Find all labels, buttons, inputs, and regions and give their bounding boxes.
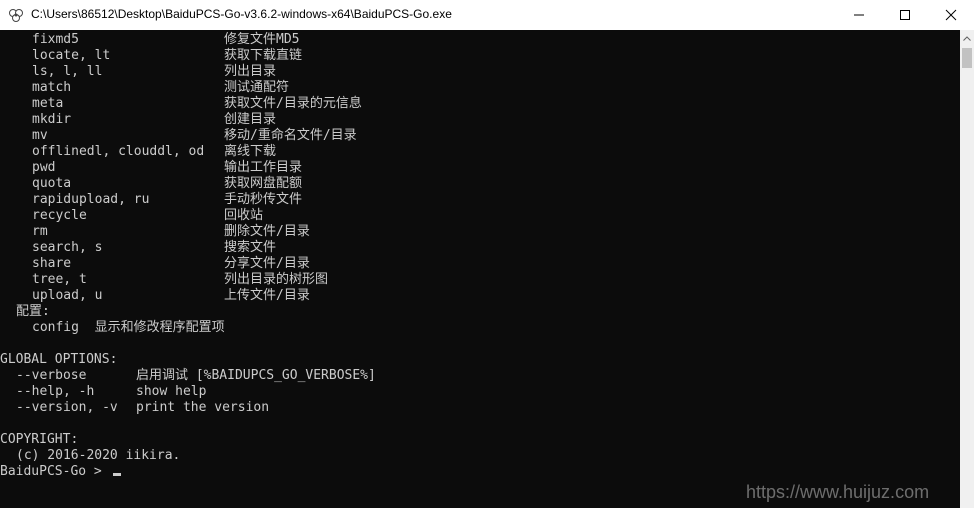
command-name: mkdir: [32, 112, 72, 127]
command-name: quota: [32, 176, 72, 191]
command-name: upload, u: [32, 288, 103, 303]
command-name: offlinedl, clouddl, od: [32, 144, 205, 159]
config-header: 配置:: [16, 304, 50, 319]
minimize-icon: [854, 14, 864, 16]
command-desc: 修复文件MD5: [224, 32, 300, 47]
command-desc: 列出目录的树形图: [224, 272, 329, 287]
command-name: rm: [32, 224, 48, 239]
option-desc: 启用调试 [%BAIDUPCS_GO_VERBOSE%]: [136, 368, 376, 383]
scroll-thumb[interactable]: [962, 48, 972, 68]
copyright-header: COPYRIGHT:: [0, 432, 79, 447]
close-icon: [945, 9, 957, 21]
command-desc: 列出目录: [224, 64, 277, 79]
command-name: tree, t: [32, 272, 87, 287]
text-cursor: [113, 473, 121, 476]
option-flag: --verbose: [16, 368, 87, 383]
command-desc: 获取网盘配额: [224, 176, 303, 191]
command-desc: 获取文件/目录的元信息: [224, 96, 362, 111]
maximize-icon: [900, 10, 910, 20]
global-options-header: GLOBAL OPTIONS:: [0, 352, 118, 367]
command-name: recycle: [32, 208, 87, 223]
command-name: share: [32, 256, 72, 271]
command-desc: 创建目录: [224, 112, 277, 127]
command-desc: 回收站: [224, 208, 264, 223]
copyright-line: (c) 2016-2020 iikira.: [16, 448, 181, 463]
option-desc: print the version: [136, 400, 270, 415]
command-desc: 手动秒传文件: [224, 192, 303, 207]
command-name: pwd: [32, 160, 56, 175]
option-flag: --version, -v: [16, 400, 118, 415]
command-desc: 上传文件/目录: [224, 288, 310, 303]
vertical-scrollbar[interactable]: [960, 30, 974, 508]
command-name: match: [32, 80, 72, 95]
command-prompt[interactable]: BaiduPCS-Go >: [0, 464, 110, 480]
option-flag: --help, -h: [16, 384, 95, 399]
watermark: https://www.huijuz.com: [746, 482, 930, 502]
command-name: search, s: [32, 240, 103, 255]
close-button[interactable]: [928, 0, 974, 30]
config-line: config 显示和修改程序配置项: [32, 320, 225, 335]
command-name: ls, l, ll: [32, 64, 103, 79]
console-output[interactable]: fixmd5 修复文件MD5 locate, lt 获取下载直链 ls, l, …: [0, 30, 960, 508]
command-desc: 搜索文件: [224, 240, 277, 255]
command-desc: 移动/重命名文件/目录: [224, 128, 357, 143]
command-desc: 获取下载直链: [224, 48, 303, 63]
console-app-icon: [8, 7, 24, 23]
chevron-up-icon: [963, 36, 971, 41]
command-name: fixmd5: [32, 32, 79, 47]
command-name: meta: [32, 96, 64, 111]
command-desc: 测试通配符: [224, 80, 290, 95]
command-name: locate, lt: [32, 48, 111, 63]
minimize-button[interactable]: [836, 0, 882, 30]
maximize-button[interactable]: [882, 0, 928, 30]
command-name: mv: [32, 128, 48, 143]
command-desc: 删除文件/目录: [224, 224, 310, 239]
title-bar[interactable]: C:\Users\86512\Desktop\BaiduPCS-Go-v3.6.…: [0, 0, 974, 30]
command-desc: 离线下载: [224, 144, 277, 159]
window-title: C:\Users\86512\Desktop\BaiduPCS-Go-v3.6.…: [31, 7, 452, 21]
command-desc: 输出工作目录: [224, 160, 303, 175]
option-desc: show help: [136, 384, 207, 399]
command-desc: 分享文件/目录: [224, 256, 310, 271]
scroll-up-button[interactable]: [960, 30, 974, 47]
command-name: rapidupload, ru: [32, 192, 150, 207]
